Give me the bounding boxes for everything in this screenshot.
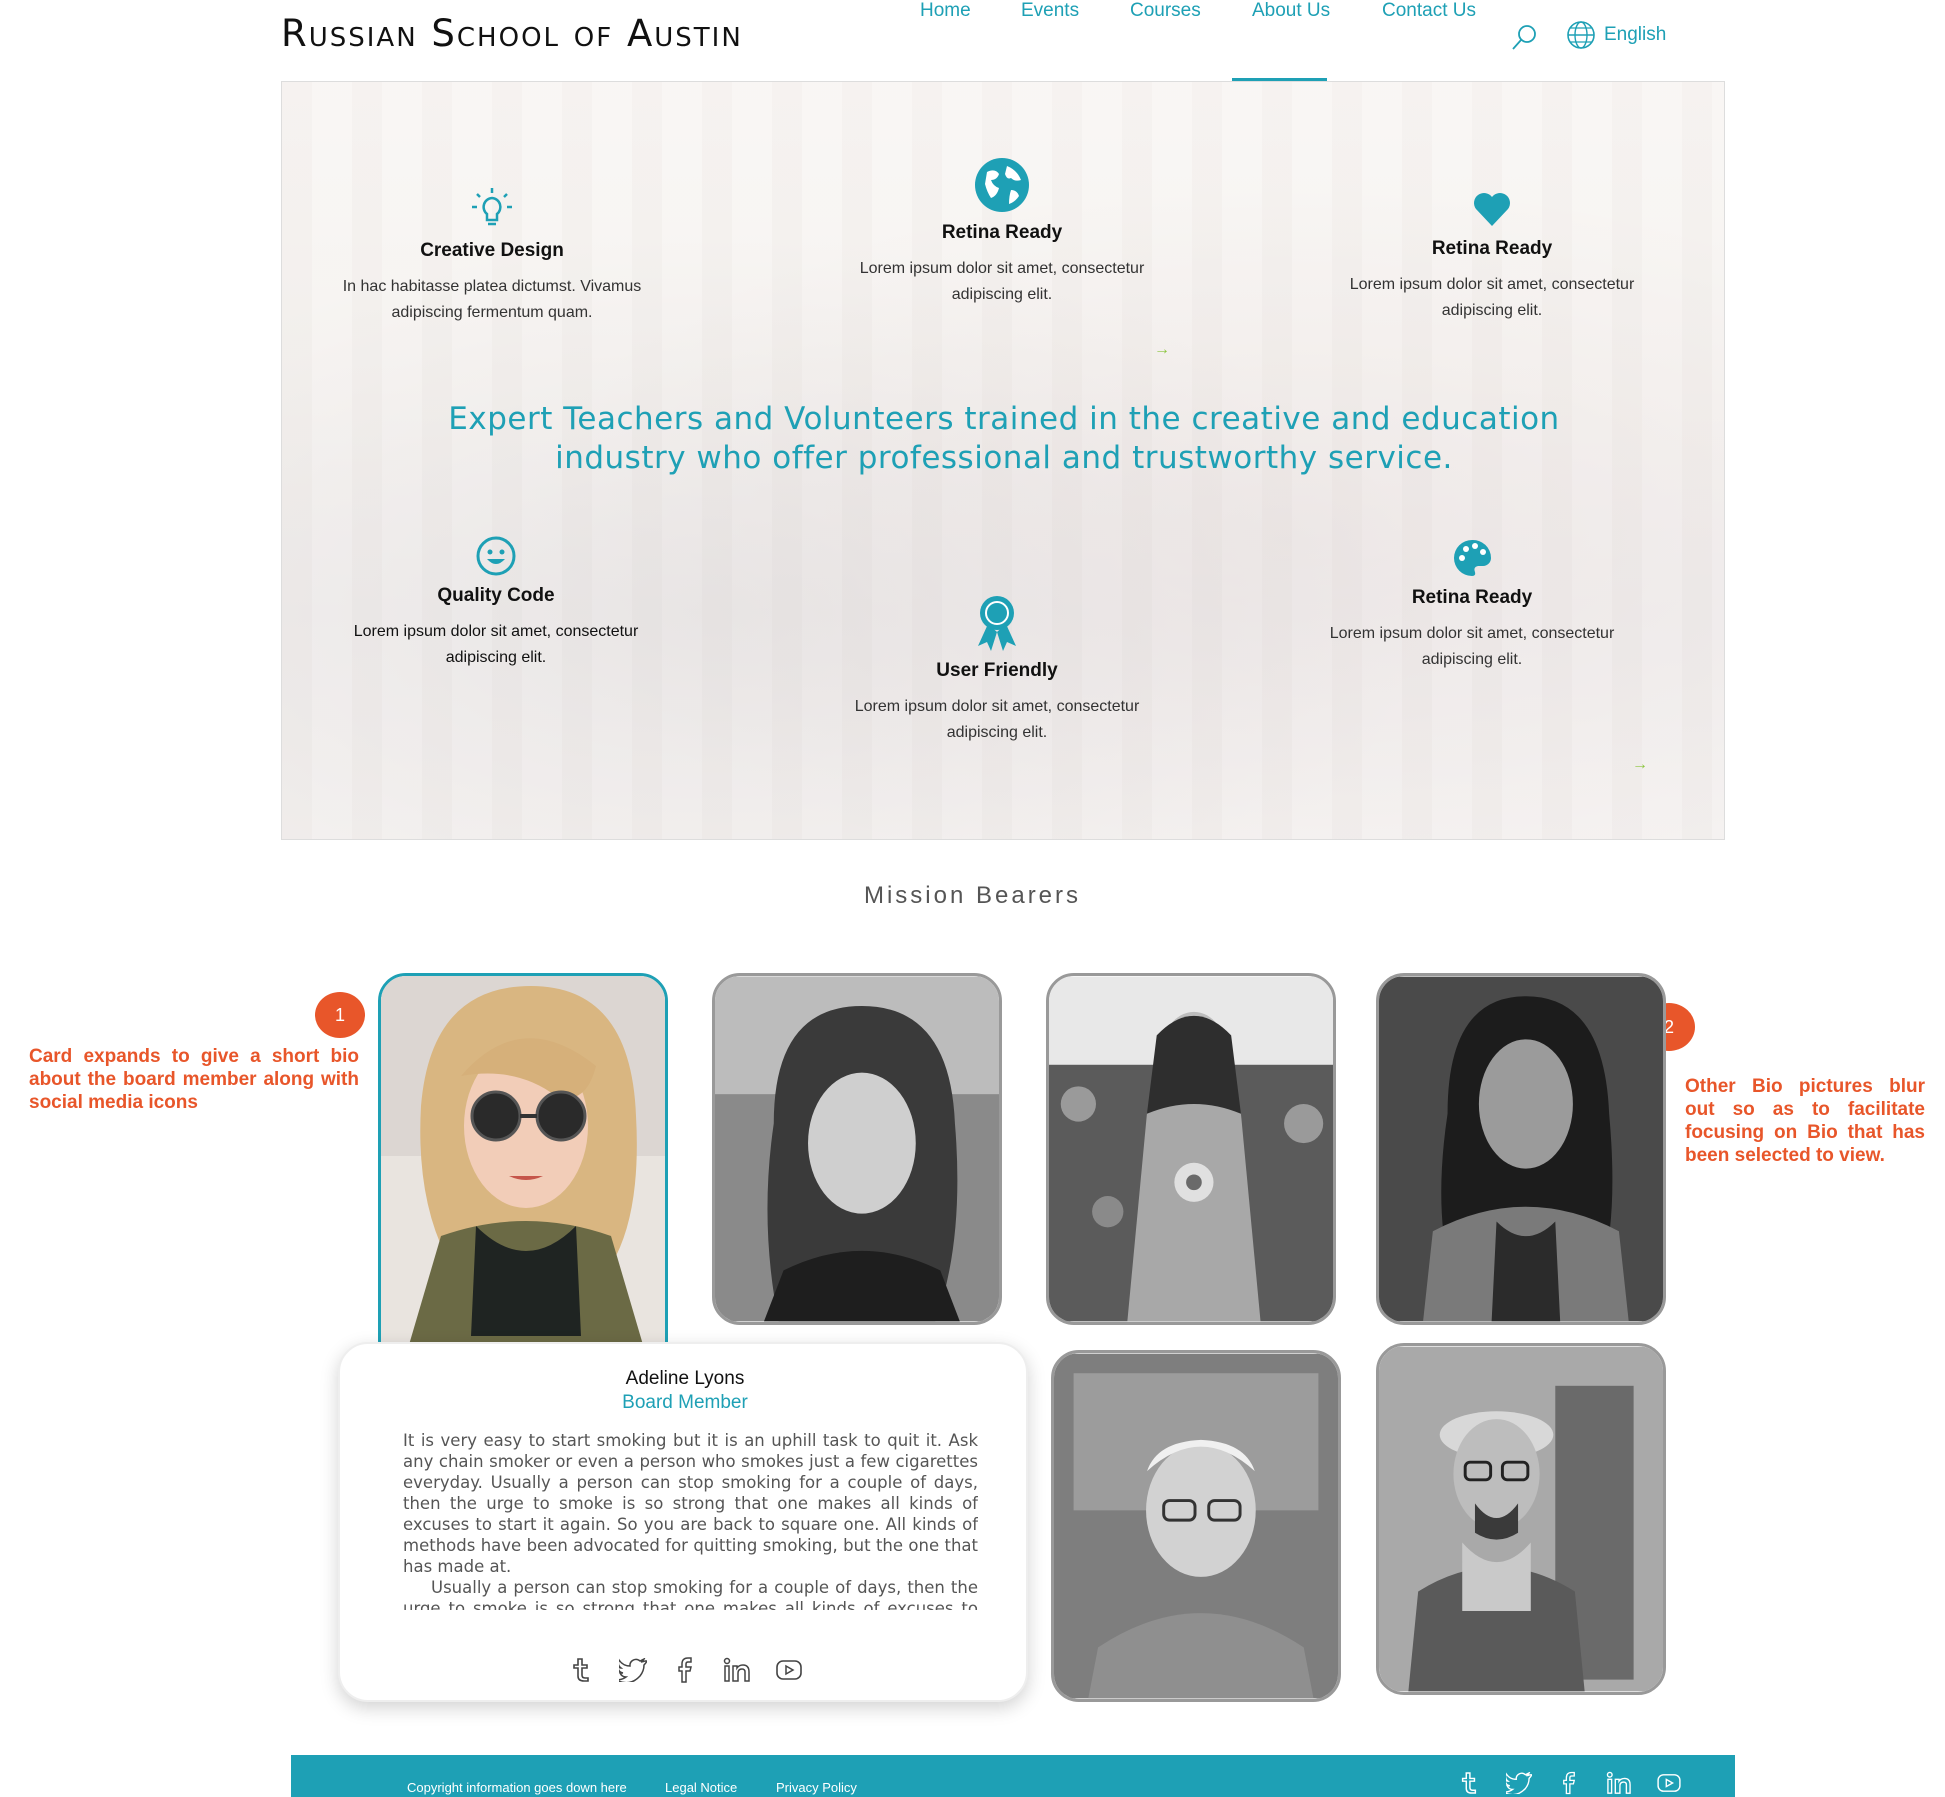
- feature-retina-ready-3: Retina Ready Lorem ipsum dolor sit amet,…: [1312, 537, 1632, 673]
- portrait-photo: [1049, 976, 1333, 1322]
- nav-home[interactable]: Home: [920, 0, 971, 22]
- tumblr-icon[interactable]: [1453, 1767, 1485, 1797]
- footer-legal-notice[interactable]: Legal Notice: [665, 1780, 737, 1795]
- bio-paragraph: It is very easy to start smoking but it …: [403, 1431, 978, 1576]
- bio-card-photo-2[interactable]: [712, 973, 1002, 1325]
- award-ribbon-icon: [978, 596, 1016, 651]
- footer: Copyright information goes down here Leg…: [291, 1755, 1735, 1797]
- globe-icon: [1567, 21, 1595, 49]
- nav-courses[interactable]: Courses: [1130, 0, 1201, 22]
- feature-retina-ready-2: Retina Ready Lorem ipsum dolor sit amet,…: [1332, 186, 1652, 324]
- feature-user-friendly: User Friendly Lorem ipsum dolor sit amet…: [837, 594, 1157, 746]
- portrait-photo: [1379, 976, 1663, 1322]
- footer-privacy-policy[interactable]: Privacy Policy: [776, 1780, 857, 1795]
- bio-card-photo-3[interactable]: [1046, 973, 1336, 1325]
- portrait-photo: [1054, 1353, 1338, 1699]
- feature-retina-ready-1: Retina Ready Lorem ipsum dolor sit amet,…: [842, 156, 1162, 308]
- feature-title: Retina Ready: [941, 222, 1063, 243]
- globe-icon: [975, 158, 1029, 212]
- bio-card-photo-6[interactable]: [1376, 1343, 1666, 1695]
- nav-events[interactable]: Events: [1021, 0, 1079, 22]
- feature-title: Retina Ready: [1411, 587, 1533, 608]
- arrow-link[interactable]: →: [1632, 756, 1648, 774]
- feature-title: Creative Design: [420, 240, 564, 261]
- member-role: Board Member: [622, 1392, 748, 1413]
- member-name: Adeline Lyons: [625, 1368, 745, 1389]
- section-title: Mission Bearers: [863, 882, 1082, 909]
- annotation-note-1: Card expands to give a short bio about t…: [29, 1046, 359, 1113]
- portrait-photo: [715, 976, 999, 1322]
- feature-title: User Friendly: [936, 660, 1058, 681]
- headline-line-1: Expert Teachers and Volunteers trained i…: [448, 401, 1560, 437]
- twitter-icon[interactable]: [1503, 1767, 1535, 1797]
- member-bio: It is very easy to start smoking but it …: [403, 1430, 978, 1610]
- feature-text: Lorem ipsum dolor sit amet, consectetur …: [1329, 625, 1615, 668]
- bio-card-expanded: Adeline Lyons Board Member It is very ea…: [338, 1342, 1028, 1702]
- language-selector[interactable]: English: [1566, 20, 1666, 50]
- facebook-icon[interactable]: [1553, 1767, 1585, 1797]
- portrait-photo: [1379, 1346, 1663, 1692]
- feature-text: Lorem ipsum dolor sit amet, consectetur …: [353, 623, 639, 666]
- nav-about-us[interactable]: About Us: [1252, 0, 1330, 22]
- lightbulb-icon: [472, 188, 512, 226]
- feature-text: Lorem ipsum dolor sit amet, consectetur …: [1349, 276, 1635, 319]
- footer-copyright: Copyright information goes down here: [407, 1780, 627, 1795]
- site-logo[interactable]: Russian School of Austin: [281, 12, 743, 55]
- smiley-icon: [476, 536, 516, 576]
- hero-headline: Expert Teachers and Volunteers trained i…: [282, 400, 1724, 478]
- feature-title: Quality Code: [437, 585, 555, 606]
- annotation-badge-1: 1: [315, 992, 365, 1038]
- feature-title: Retina Ready: [1431, 238, 1553, 259]
- headline-line-2: industry who offer professional and trus…: [555, 440, 1453, 476]
- bio-card-photo-4[interactable]: [1376, 973, 1666, 1325]
- footer-social-links: [1453, 1767, 1685, 1797]
- heart-icon: [1474, 193, 1510, 226]
- bio-social-links: [565, 1654, 805, 1686]
- bio-paragraph: Usually a person can stop smoking for a …: [403, 1578, 978, 1610]
- facebook-icon[interactable]: [669, 1654, 701, 1686]
- twitter-icon[interactable]: [617, 1654, 649, 1686]
- bio-card-photo-adeline-lyons[interactable]: [378, 973, 668, 1369]
- feature-text: In hac habitasse platea dictumst. Vivamu…: [342, 278, 642, 321]
- nav-contact-us[interactable]: Contact Us: [1382, 0, 1476, 22]
- palette-icon: [1454, 539, 1491, 576]
- tumblr-icon[interactable]: [565, 1654, 597, 1686]
- feature-quality-code: Quality Code Lorem ipsum dolor sit amet,…: [336, 535, 656, 671]
- feature-text: Lorem ipsum dolor sit amet, consectetur …: [859, 260, 1145, 303]
- youtube-icon[interactable]: [1653, 1767, 1685, 1797]
- arrow-link[interactable]: →: [1154, 341, 1170, 359]
- search-icon[interactable]: [1510, 22, 1540, 52]
- feature-text: Lorem ipsum dolor sit amet, consectetur …: [854, 698, 1140, 741]
- bio-card-photo-5[interactable]: [1051, 1350, 1341, 1702]
- youtube-icon[interactable]: [773, 1654, 805, 1686]
- annotation-note-2: Other Bio pictures blur out so as to fac…: [1685, 1076, 1925, 1166]
- portrait-photo: [381, 976, 665, 1366]
- linkedin-icon[interactable]: [1603, 1767, 1635, 1797]
- linkedin-icon[interactable]: [721, 1654, 753, 1686]
- feature-creative-design: Creative Design In hac habitasse platea …: [332, 186, 652, 326]
- language-label: English: [1604, 24, 1667, 45]
- hero-section: Creative Design In hac habitasse platea …: [281, 81, 1725, 840]
